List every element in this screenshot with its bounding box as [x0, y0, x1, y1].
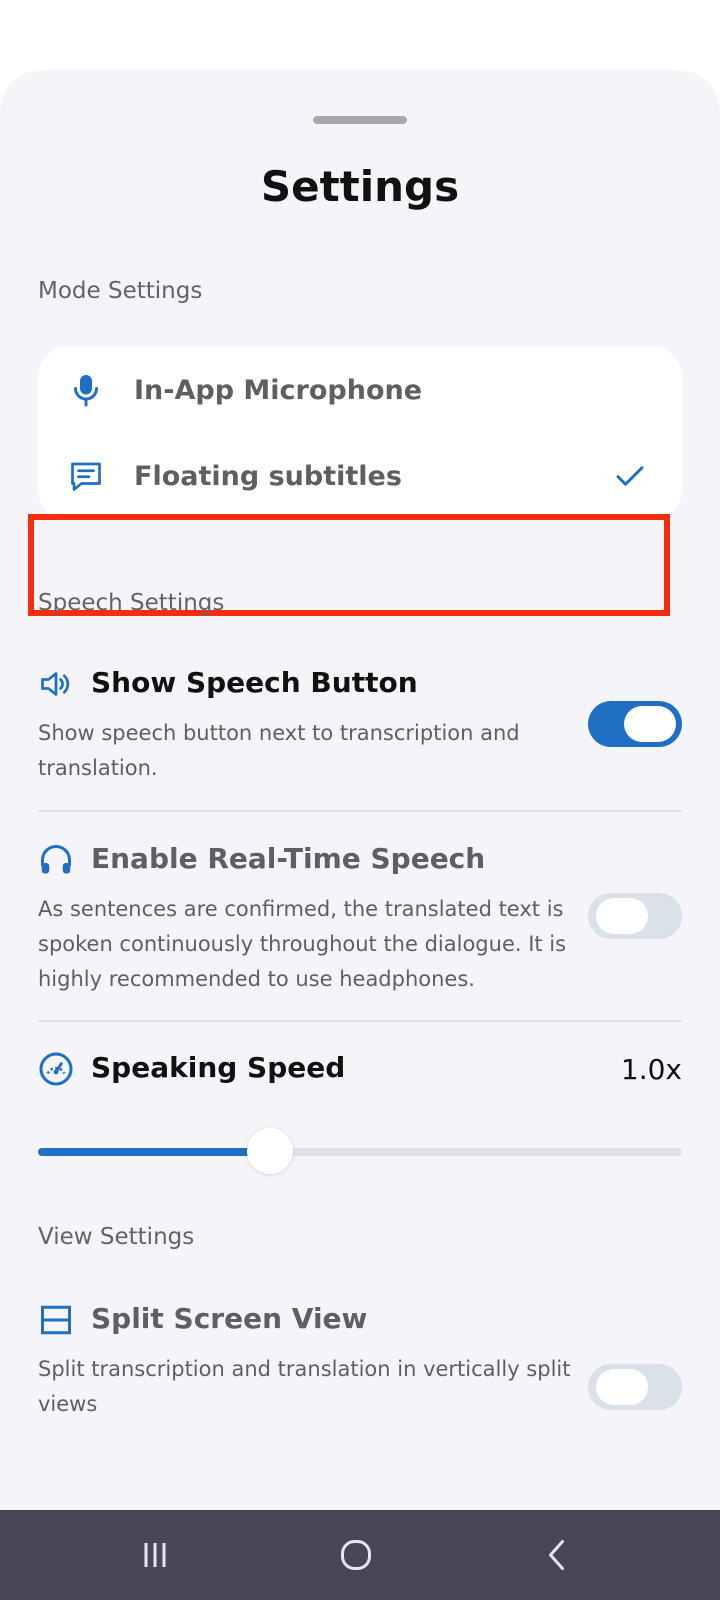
section-label-speech: Speech Settings — [38, 590, 225, 616]
real-time-speech-description: As sentences are confirmed, the translat… — [38, 897, 567, 991]
divider — [38, 810, 682, 812]
show-speech-button-title: Show Speech Button — [91, 666, 418, 699]
headphones-icon — [41, 845, 71, 874]
speaking-speed-slider[interactable] — [38, 1128, 682, 1174]
toggle-knob — [596, 898, 648, 934]
section-label-mode: Mode Settings — [38, 278, 203, 304]
real-time-speech-toggle[interactable] — [588, 893, 682, 939]
slider-fill — [38, 1148, 270, 1156]
checkmark-icon — [616, 466, 644, 486]
speaking-speed-title: Speaking Speed — [91, 1051, 346, 1084]
system-navigation-bar — [0, 1510, 720, 1600]
mode-item-label: Floating subtitles — [134, 460, 402, 492]
settings-sheet: Settings Mode Settings In-App Microphone… — [0, 70, 720, 1510]
show-speech-button-toggle[interactable] — [588, 701, 682, 747]
split-screen-title: Split Screen View — [91, 1302, 368, 1335]
toggle-knob — [596, 1369, 648, 1405]
home-icon[interactable] — [338, 1537, 374, 1573]
sheet-grabber[interactable] — [313, 116, 407, 124]
mode-item-label: In-App Microphone — [134, 374, 423, 406]
section-label-view: View Settings — [38, 1224, 195, 1250]
split-view-icon — [41, 1305, 71, 1335]
real-time-speech-title: Enable Real-Time Speech — [91, 842, 486, 875]
recent-apps-icon[interactable] — [137, 1537, 173, 1573]
show-speech-button-description: Show speech button next to transcription… — [38, 721, 520, 780]
split-screen-description: Split transcription and translation in v… — [38, 1357, 571, 1416]
divider — [38, 1020, 682, 1022]
split-screen-toggle[interactable] — [588, 1364, 682, 1410]
mode-settings-card: In-App Microphone Floating subtitles — [38, 346, 682, 520]
microphone-icon — [74, 375, 98, 407]
mode-item-floating-subtitles[interactable]: Floating subtitles — [38, 432, 682, 520]
toggle-knob — [624, 706, 676, 742]
mode-item-in-app-microphone[interactable]: In-App Microphone — [38, 346, 682, 434]
slider-thumb[interactable] — [246, 1128, 293, 1174]
page-title: Settings — [260, 162, 460, 211]
speedometer-icon — [39, 1052, 73, 1086]
back-icon[interactable] — [540, 1537, 576, 1573]
speaking-speed-value: 1.0x — [620, 1053, 682, 1086]
speaker-icon — [41, 672, 70, 696]
subtitles-icon — [71, 462, 101, 491]
